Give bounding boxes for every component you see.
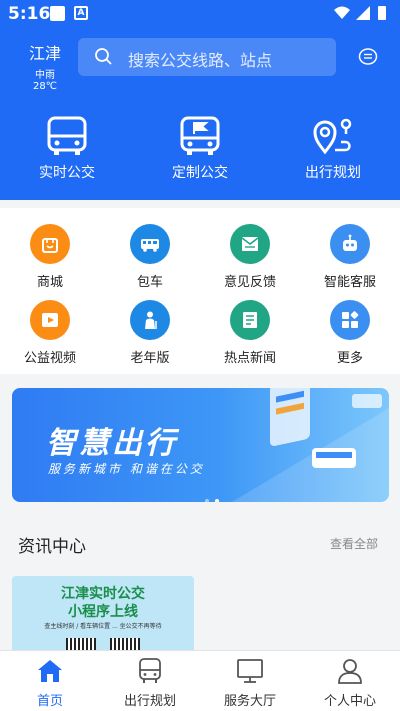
service-charter[interactable]: 包车: [100, 224, 200, 290]
news-icon: [230, 300, 270, 340]
tab-profile[interactable]: 个人中心: [300, 657, 400, 709]
system-icons: [332, 4, 392, 26]
bus-front-icon: [47, 116, 87, 155]
news-card-line1: 江津实时公交: [61, 586, 145, 602]
search-icon: [95, 48, 112, 65]
tab-label: 出行规划: [123, 694, 176, 709]
pagination-dot: [205, 499, 209, 502]
qr-code-image: [66, 638, 96, 650]
charter-bus-icon: [130, 224, 170, 264]
hero-label: 定制公交: [172, 165, 228, 181]
pagination-dot-active: [215, 499, 219, 502]
service-more[interactable]: 更多: [300, 300, 400, 366]
banner-illustration: [232, 388, 389, 502]
video-play-icon: [30, 300, 70, 340]
service-ai-support[interactable]: 智能客服: [300, 224, 400, 290]
hero-trip-planning[interactable]: 出行规划: [278, 116, 388, 182]
notification-icon: [50, 6, 65, 21]
home-icon: [38, 660, 62, 682]
tab-label: 服务大厅: [223, 694, 276, 709]
service-label: 意见反馈: [223, 275, 276, 290]
elder-icon: [130, 300, 170, 340]
service-hot-news[interactable]: 热点新闻: [200, 300, 300, 366]
tab-label: 首页: [36, 694, 63, 709]
hero-label: 出行规划: [305, 165, 361, 181]
shopping-bag-icon: [30, 224, 70, 264]
service-label: 热点新闻: [223, 351, 276, 366]
services-grid: 商城 包车 意见反馈 智能客服 公益视频 老年版 热点新闻 更多: [0, 208, 400, 374]
custom-bus-icon: [180, 116, 220, 155]
banner-pagination: [202, 488, 222, 502]
service-label: 智能客服: [323, 275, 376, 290]
bottom-tab-bar: 首页 出行规划 服务大厅 个人中心: [0, 650, 400, 711]
robot-icon: [330, 224, 370, 264]
view-all-link[interactable]: 查看全部: [330, 535, 378, 552]
message-icon[interactable]: [358, 47, 378, 67]
service-label: 老年版: [130, 351, 170, 366]
status-time: 5:16: [8, 4, 51, 24]
app-notification-icon: A: [74, 6, 88, 20]
hero-custom-bus[interactable]: 定制公交: [145, 116, 255, 182]
wifi-icon: [334, 6, 350, 19]
news-card[interactable]: 江津实时公交 小程序上线 查主线时刻 / 看车辆位置 ... 坐公交不再等待: [12, 576, 194, 650]
city-name: 江津: [28, 44, 61, 63]
banner-subtitle: 服务新城市 和谐在公交: [48, 462, 205, 476]
promo-banner[interactable]: 智慧出行 服务新城市 和谐在公交: [12, 388, 389, 502]
city-selector[interactable]: 江津 中雨 28℃: [22, 40, 68, 92]
service-label: 公益视频: [23, 351, 76, 366]
signal-icon: [356, 6, 370, 20]
news-card-line2: 小程序上线: [68, 604, 138, 620]
header: 江津 中雨 28℃ 搜索公交线路、站点 实时公交 定制公交 出行规划: [0, 28, 400, 200]
person-icon: [338, 659, 362, 684]
news-card-line3: 查主线时刻 / 看车辆位置 ... 坐公交不再等待: [44, 623, 162, 630]
more-apps-icon: [330, 300, 370, 340]
search-placeholder: 搜索公交线路、站点: [128, 51, 273, 70]
tab-home[interactable]: 首页: [0, 657, 100, 709]
search-input[interactable]: 搜索公交线路、站点: [78, 38, 336, 76]
bus-icon: [139, 658, 161, 683]
weather-text: 中雨 28℃: [33, 70, 57, 92]
qr-code-image: [110, 638, 140, 650]
banner-title: 智慧出行: [46, 426, 178, 461]
monitor-icon: [237, 659, 263, 683]
tab-trip-planning[interactable]: 出行规划: [100, 657, 200, 709]
route-pin-icon: [313, 118, 352, 155]
service-label: 商城: [36, 275, 63, 290]
tab-label: 个人中心: [323, 694, 376, 709]
battery-icon: [378, 6, 386, 20]
service-feedback[interactable]: 意见反馈: [200, 224, 300, 290]
hero-realtime-bus[interactable]: 实时公交: [12, 116, 122, 182]
hero-label: 实时公交: [39, 165, 95, 181]
service-label: 更多: [336, 351, 363, 366]
service-elder-mode[interactable]: 老年版: [100, 300, 200, 366]
news-section-title: 资讯中心: [18, 537, 86, 557]
tab-service-hall[interactable]: 服务大厅: [200, 657, 300, 709]
service-label: 包车: [136, 275, 163, 290]
feedback-mail-icon: [230, 224, 270, 264]
status-bar: 5:16 A: [0, 0, 400, 28]
service-public-video[interactable]: 公益视频: [0, 300, 100, 366]
service-mall[interactable]: 商城: [0, 224, 100, 290]
